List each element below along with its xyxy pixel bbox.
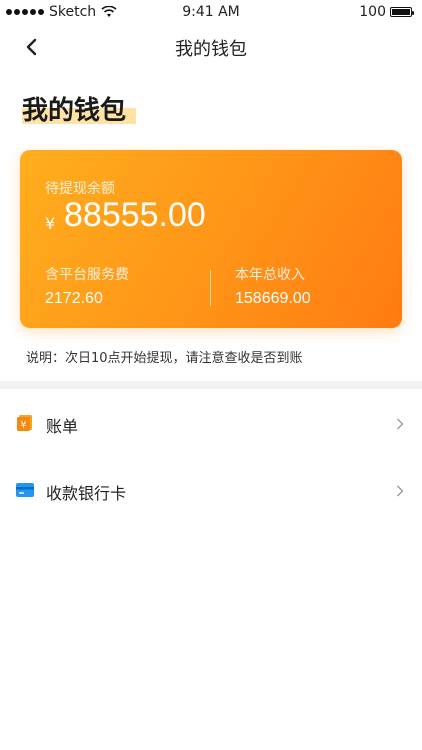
- battery-icon: [390, 7, 414, 17]
- page-title: 我的钱包: [22, 96, 127, 126]
- service-fee-value: 2172.60: [45, 290, 103, 307]
- status-right: 100: [359, 4, 414, 20]
- card-divider: [210, 270, 211, 306]
- nav-title: 我的钱包: [175, 39, 247, 60]
- svg-text:¥: ¥: [21, 421, 27, 431]
- battery-level: 100: [359, 4, 386, 20]
- balance-card: 待提现余额 ¥ 88555.00 含平台服务费 2172.60 本年总收入 15…: [20, 150, 402, 328]
- list-item-label: 账单: [46, 417, 79, 436]
- list-item-bill[interactable]: ¥ 账单: [0, 394, 422, 454]
- annual-income-value: 158669.00: [235, 290, 311, 307]
- pending-balance-label: 待提现余额: [45, 181, 115, 197]
- bill-icon: ¥: [17, 415, 32, 431]
- page-title-section: 我的钱包: [22, 90, 136, 127]
- navigation-bar: 我的钱包: [0, 24, 422, 70]
- chevron-right-icon: [397, 485, 404, 497]
- list-item-label: 收款银行卡: [46, 484, 127, 503]
- withdraw-note: 说明：次日10点开始提现，请注意查收是否到账: [26, 351, 303, 366]
- service-fee-label: 含平台服务费: [45, 267, 129, 283]
- annual-income-label: 本年总收入: [235, 267, 305, 283]
- status-bar: Sketch 9:41 AM 100: [0, 0, 422, 24]
- bank-card-icon: [16, 483, 34, 497]
- list-item-bank-card[interactable]: 收款银行卡: [0, 461, 422, 521]
- chevron-right-icon: [397, 418, 404, 430]
- currency-symbol: ¥: [45, 214, 56, 233]
- pending-balance-amount: 88555.00: [64, 196, 206, 234]
- section-separator: [0, 381, 422, 389]
